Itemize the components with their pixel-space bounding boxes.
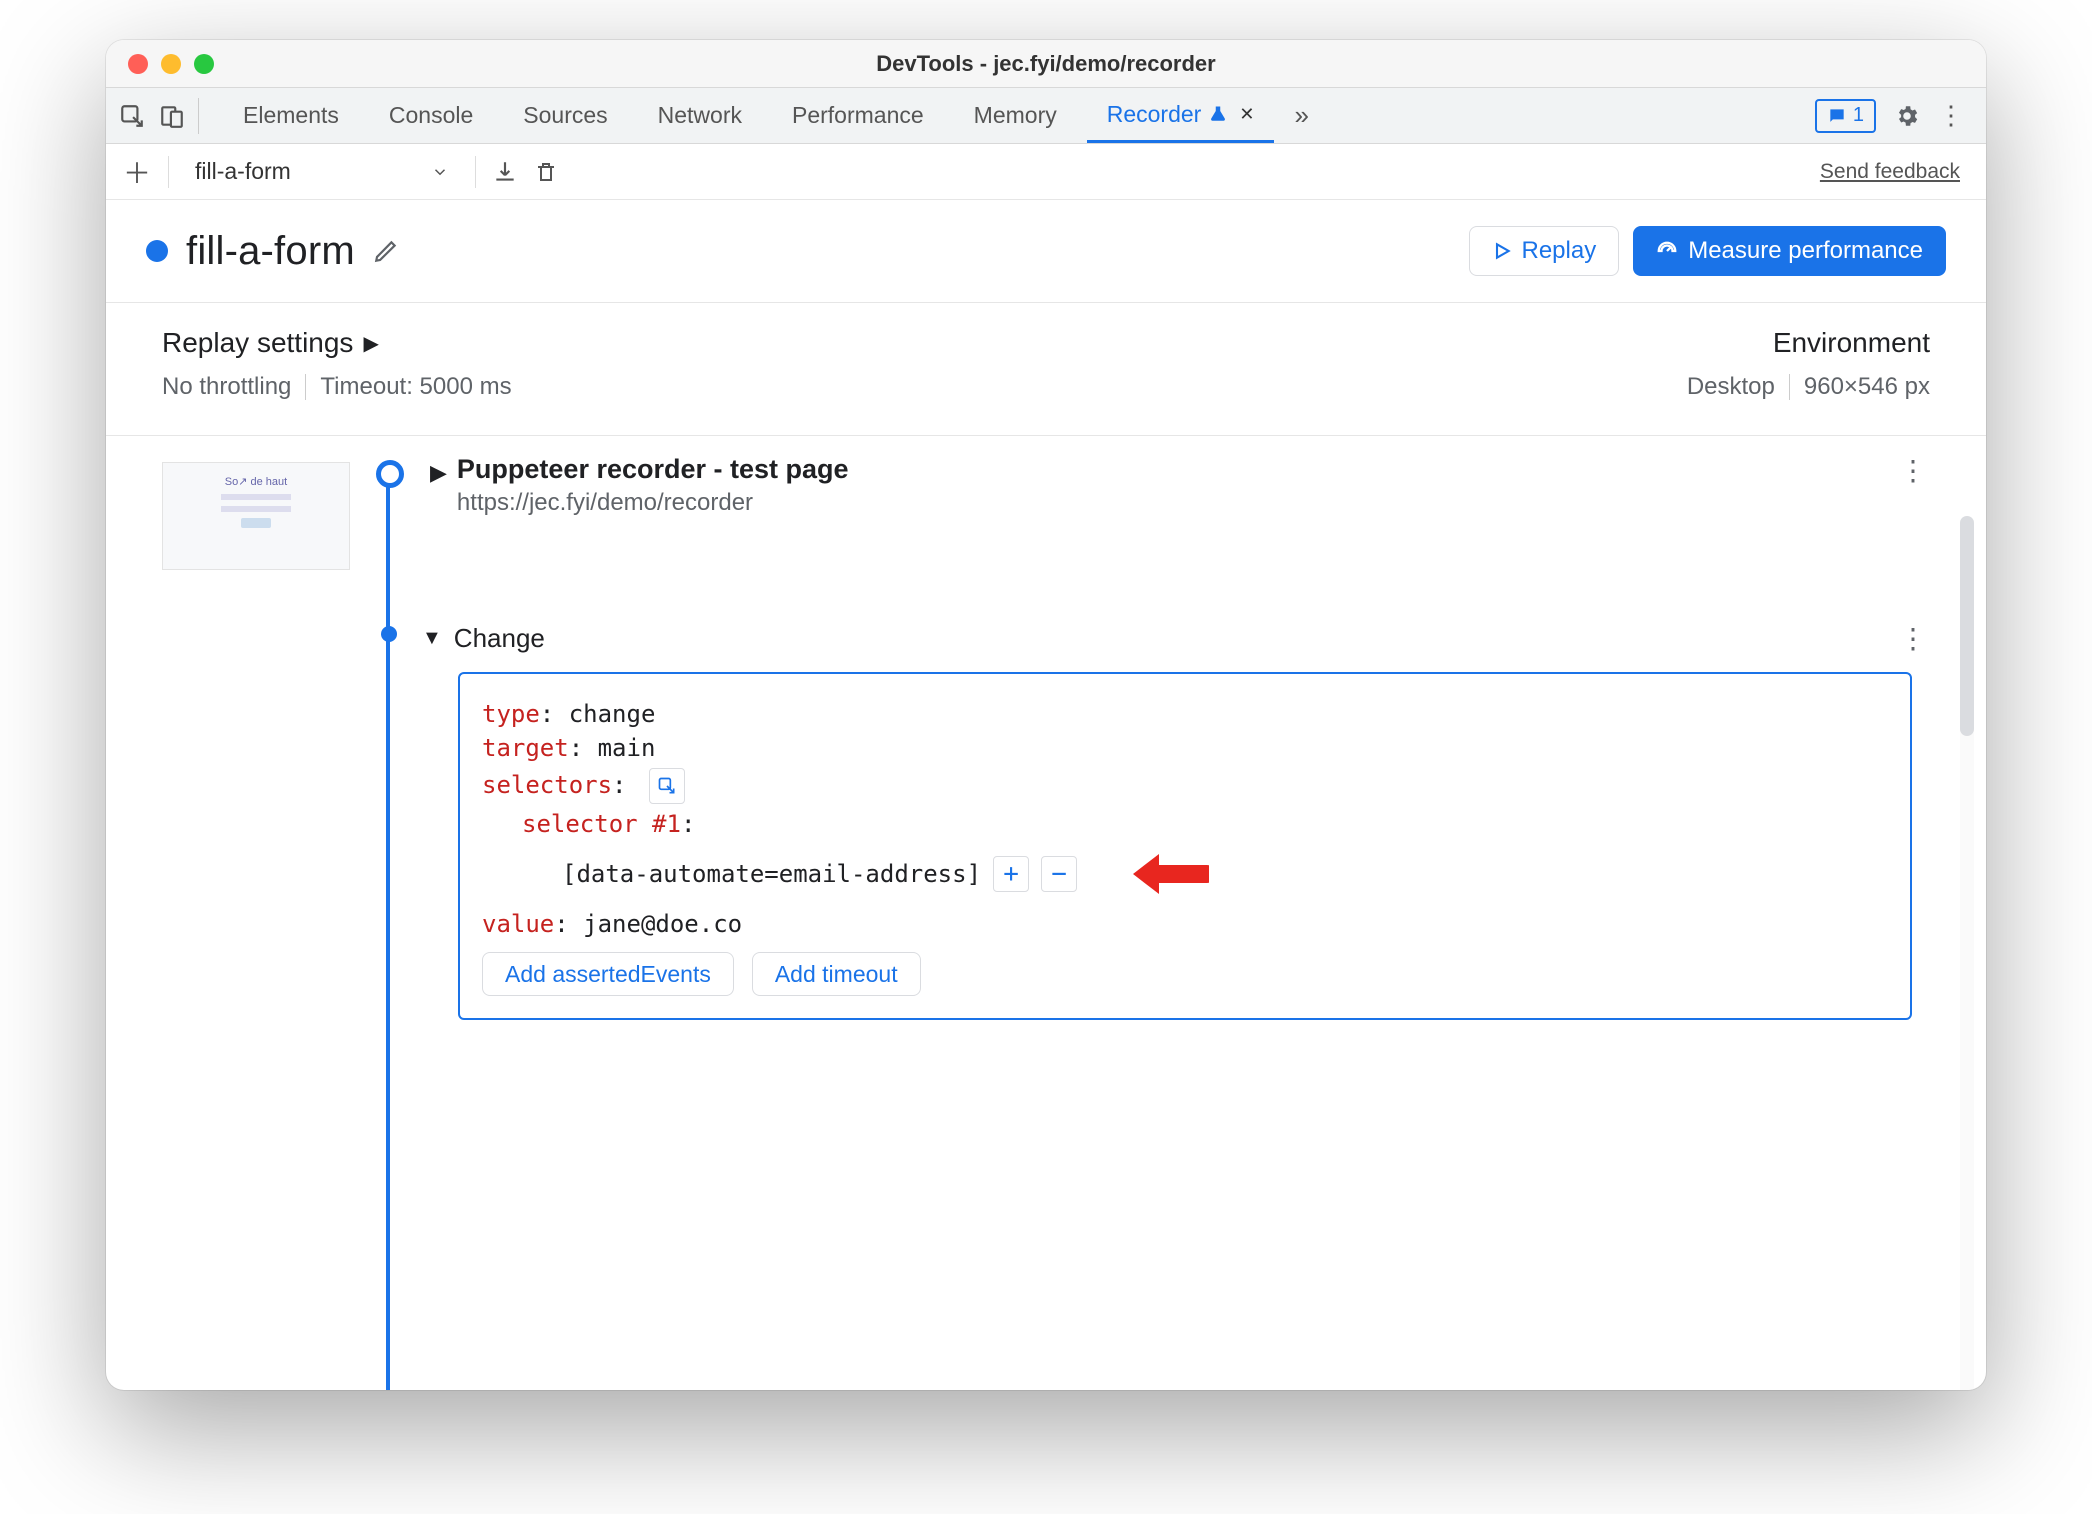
recorder-toolbar: ＋ fill-a-form Send feedback <box>106 144 1986 200</box>
recording-select-value: fill-a-form <box>195 158 291 185</box>
type-value[interactable]: change <box>569 700 656 728</box>
close-tab-icon[interactable]: ✕ <box>1235 104 1254 125</box>
send-feedback-link[interactable]: Send feedback <box>1820 160 1970 184</box>
tab-console[interactable]: Console <box>369 88 493 143</box>
tab-sources[interactable]: Sources <box>503 88 627 143</box>
tab-performance[interactable]: Performance <box>772 88 944 143</box>
replay-button[interactable]: Replay <box>1469 226 1620 276</box>
environment-label: Environment <box>1773 327 1930 359</box>
add-selector-button[interactable]: + <box>993 856 1029 892</box>
edit-title-icon[interactable] <box>373 238 399 264</box>
field-key: target <box>482 734 569 762</box>
field-key: value <box>482 910 554 938</box>
add-timeout-button[interactable]: Add timeout <box>752 952 921 996</box>
steps-area: So↗ de haut ▶ Puppeteer recorder - test … <box>106 436 1986 1390</box>
tab-elements[interactable]: Elements <box>223 88 359 143</box>
more-tabs-icon[interactable]: » <box>1284 100 1318 131</box>
recording-select[interactable]: fill-a-form <box>185 158 459 185</box>
titlebar: DevTools - jec.fyi/demo/recorder <box>106 40 1986 88</box>
value-value[interactable]: jane@doe.co <box>583 910 742 938</box>
throttling-value: No throttling <box>162 373 291 401</box>
step-thumbnail: So↗ de haut <box>162 462 350 570</box>
annotation-arrow-icon <box>1129 844 1209 904</box>
step-title: Puppeteer recorder - test page <box>457 454 849 485</box>
issues-badge[interactable]: 1 <box>1815 99 1876 133</box>
inspect-icon[interactable] <box>118 102 146 130</box>
field-key: type <box>482 700 540 728</box>
window-title: DevTools - jec.fyi/demo/recorder <box>106 51 1986 77</box>
timeline-start-icon <box>376 460 404 488</box>
recording-header: fill-a-form Replay Measure performance <box>106 200 1986 303</box>
step-menu-icon[interactable]: ⋮ <box>1899 454 1926 487</box>
flask-icon <box>1209 105 1227 123</box>
recording-title: fill-a-form <box>186 229 355 274</box>
more-menu-icon[interactable]: ⋮ <box>1938 100 1964 131</box>
step-url: https://jec.fyi/demo/recorder <box>457 489 849 517</box>
replay-settings-toggle[interactable]: Replay settings ▶ <box>162 327 512 359</box>
devtools-tabstrip: Elements Console Sources Network Perform… <box>106 88 1986 144</box>
step-change[interactable]: ▼ Change ⋮ <box>422 622 1926 655</box>
timeline-line <box>386 464 390 1390</box>
tab-network[interactable]: Network <box>638 88 762 143</box>
caret-down-icon: ▼ <box>422 627 442 650</box>
settings-bar: Replay settings ▶ No throttling Timeout:… <box>106 303 1986 436</box>
scrollbar-thumb[interactable] <box>1960 516 1974 736</box>
step-details-card: type: change target: main selectors: sel… <box>458 672 1912 1020</box>
device-value: Desktop <box>1687 373 1775 401</box>
chevron-down-icon <box>431 163 449 181</box>
field-key: selector #1 <box>522 810 681 838</box>
add-asserted-events-button[interactable]: Add assertedEvents <box>482 952 734 996</box>
export-icon[interactable] <box>492 159 518 185</box>
new-recording-button[interactable]: ＋ <box>122 152 152 192</box>
step-menu-icon[interactable]: ⋮ <box>1899 622 1926 655</box>
caret-right-icon: ▶ <box>430 460 447 486</box>
tab-memory[interactable]: Memory <box>954 88 1077 143</box>
timeline-step-dot <box>381 626 397 642</box>
step-change-label: Change <box>454 623 545 654</box>
timeout-value: Timeout: 5000 ms <box>320 373 511 401</box>
settings-gear-icon[interactable] <box>1894 103 1920 129</box>
viewport-value: 960×546 px <box>1804 373 1930 401</box>
step-navigate[interactable]: ▶ Puppeteer recorder - test page https:/… <box>430 454 1926 517</box>
caret-right-icon: ▶ <box>363 331 378 356</box>
selector-picker-icon[interactable] <box>649 768 685 804</box>
remove-selector-button[interactable]: − <box>1041 856 1077 892</box>
field-key: selectors <box>482 771 612 799</box>
devtools-window: DevTools - jec.fyi/demo/recorder Element… <box>106 40 1986 1390</box>
recording-indicator-icon <box>146 240 168 262</box>
target-value[interactable]: main <box>598 734 656 762</box>
device-toggle-icon[interactable] <box>158 102 186 130</box>
measure-performance-button[interactable]: Measure performance <box>1633 226 1946 276</box>
selector-value[interactable]: [data-automate=email-address] <box>562 860 981 888</box>
tab-recorder[interactable]: Recorder ✕ <box>1087 88 1275 143</box>
delete-icon[interactable] <box>534 159 558 185</box>
